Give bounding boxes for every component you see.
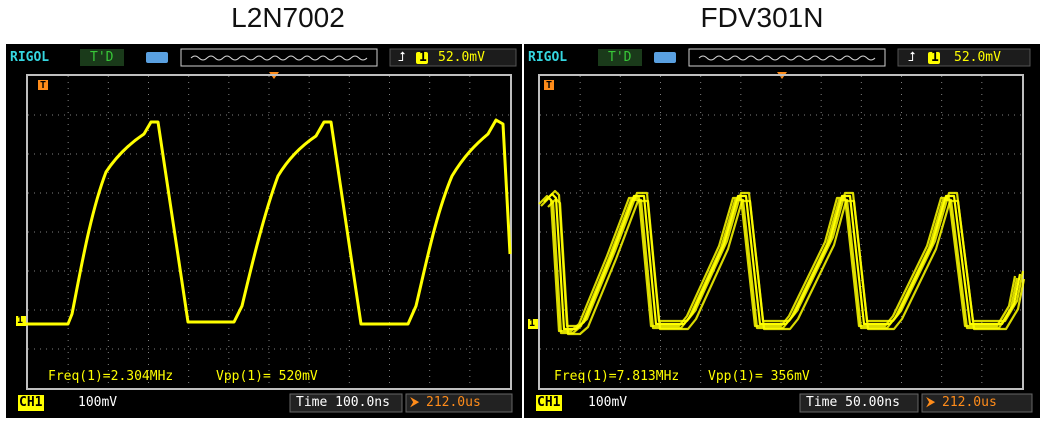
volts-per-div: 100mV <box>78 395 118 410</box>
panel-title-left: L2N7002 <box>231 2 345 33</box>
ground-marker-label: 1 <box>529 318 536 329</box>
vpp-readout: Vpp(1)= 520mV <box>216 369 318 384</box>
trigger-offset-icon: ⮞ <box>926 395 936 410</box>
rising-edge-icon: ⮥ <box>908 50 916 65</box>
run-status: T'D <box>90 50 114 65</box>
brand-label: RIGOL <box>10 50 50 65</box>
trigger-offset: 212.0us <box>942 395 997 410</box>
trigger-offset: 212.0us <box>426 395 481 410</box>
trigger-marker-label: T <box>546 80 553 91</box>
trigger-marker-label: T <box>40 80 47 91</box>
vpp-readout: Vpp(1)= 356mV <box>708 369 810 384</box>
waveform-trace <box>22 118 512 326</box>
run-status: T'D <box>608 50 632 65</box>
panel-title-right: FDV301N <box>700 2 824 33</box>
brand-label: RIGOL <box>528 50 568 65</box>
ground-marker-label: 1 <box>17 315 24 326</box>
rising-edge-icon: ⮥ <box>398 50 406 65</box>
trigger-level: 52.0mV <box>954 50 1001 65</box>
frequency-readout: Freq(1)=2.304MHz <box>48 369 174 384</box>
time-per-div: Time 50.00ns <box>806 395 900 410</box>
oscilloscope-screen-left: RIGOL T'D ⮥ 1 52.0mV T 1 Freq(1)=2.304MH… <box>6 44 522 418</box>
trigger-channel: 1 <box>419 50 427 65</box>
trigger-level: 52.0mV <box>438 50 485 65</box>
frequency-readout: Freq(1)=7.813MHz <box>554 369 680 384</box>
channel-label: CH1 <box>537 395 561 410</box>
volts-per-div: 100mV <box>588 395 628 410</box>
time-per-div: Time 100.0ns <box>296 395 390 410</box>
channel-label: CH1 <box>19 395 43 410</box>
waveform-left <box>22 118 512 326</box>
waveform-right <box>538 189 1026 336</box>
trigger-offset-icon: ⮞ <box>410 395 420 410</box>
oscilloscope-screen-right: RIGOL T'D ⮥ 1 52.0mV T 1 Freq(1)=7.813MH… <box>524 44 1040 418</box>
trigger-channel: 1 <box>931 50 939 65</box>
